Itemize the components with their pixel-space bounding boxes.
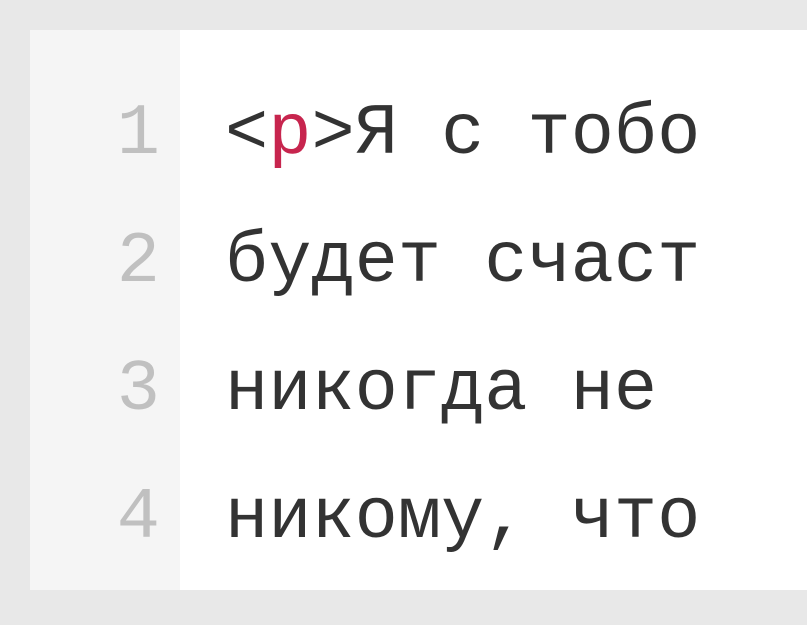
- bracket-close: >: [311, 93, 354, 175]
- line-number: 4: [30, 454, 160, 582]
- bracket-open: <: [225, 93, 268, 175]
- line-number: 3: [30, 326, 160, 454]
- line-number: 1: [30, 70, 160, 198]
- code-text: будет счаст: [225, 221, 700, 303]
- code-line[interactable]: никогда не: [225, 326, 700, 454]
- code-content[interactable]: <p>Я с тобо будет счаст никогда не ником…: [180, 30, 700, 590]
- code-text: Я с тобо: [355, 93, 701, 175]
- code-line[interactable]: никому, что: [225, 454, 700, 582]
- code-text: никогда не: [225, 349, 700, 431]
- line-number: 2: [30, 198, 160, 326]
- code-text: никому, что: [225, 477, 700, 559]
- code-editor[interactable]: 1 2 3 4 <p>Я с тобо будет счаст никогда …: [30, 30, 807, 590]
- code-line[interactable]: <p>Я с тобо: [225, 70, 700, 198]
- html-tag: p: [268, 93, 311, 175]
- line-number-gutter: 1 2 3 4: [30, 30, 180, 590]
- code-line[interactable]: будет счаст: [225, 198, 700, 326]
